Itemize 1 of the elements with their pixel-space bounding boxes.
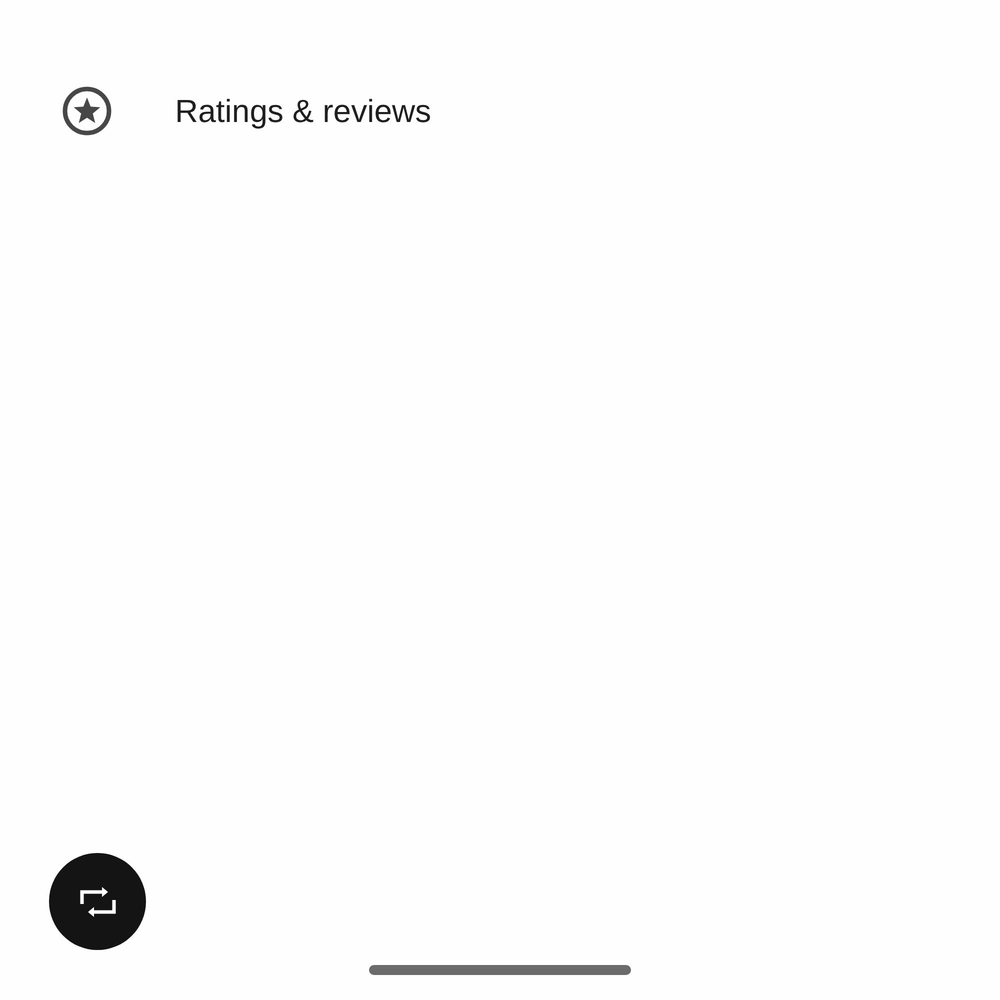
menu-item-label[interactable]: Ratings & reviews	[175, 92, 432, 130]
